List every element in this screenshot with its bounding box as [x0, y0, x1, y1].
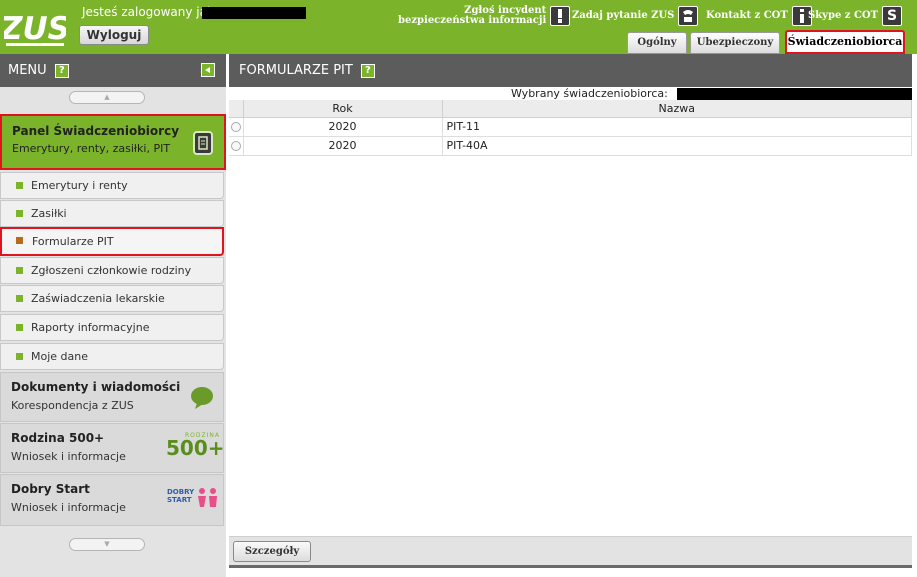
- row-year: 2020: [243, 136, 443, 156]
- bullet-icon: [16, 267, 23, 274]
- exclamation-icon: [550, 6, 571, 26]
- collapse-menu-icon[interactable]: [201, 63, 215, 77]
- contact-cot-label: Kontakt z COT: [706, 10, 788, 21]
- skype-cot-link[interactable]: Skype z COT S: [808, 3, 903, 29]
- document-stack-icon: [193, 131, 213, 155]
- selected-beneficiary-label: Wybrany świadczeniobiorca:: [511, 87, 668, 100]
- sidebar-item-my-data[interactable]: Moje dane: [0, 343, 224, 370]
- ask-zus-link[interactable]: Zadaj pytanie ZUS: [572, 3, 699, 29]
- column-header-name[interactable]: Nazwa: [442, 100, 912, 118]
- sidebar-item-family-members[interactable]: Zgłoszeni członkowie rodziny: [0, 257, 224, 284]
- phone-icon: [678, 6, 699, 26]
- svg-text:ZUS: ZUS: [4, 11, 66, 47]
- sidebar-item-pit-forms[interactable]: Formularze PIT: [0, 227, 224, 256]
- selected-beneficiary-bar: Wybrany świadczeniobiorca:: [229, 87, 912, 100]
- bullet-icon: [16, 295, 23, 302]
- row-radio-button[interactable]: [230, 141, 241, 151]
- tab-insured[interactable]: Ubezpieczony: [690, 32, 780, 53]
- skype-cot-label: Skype z COT: [808, 10, 879, 21]
- bullet-icon: [16, 237, 23, 244]
- page-title: FORMULARZE PIT: [239, 63, 353, 78]
- column-header-year[interactable]: Rok: [243, 100, 443, 118]
- sidebar-menu: ▲ Panel Świadczeniobiorcy Emerytury, ren…: [0, 87, 226, 577]
- table-row[interactable]: 2020 PIT-40A: [229, 136, 912, 156]
- children-icon: [198, 488, 217, 507]
- skype-icon: S: [882, 6, 903, 26]
- bullet-icon: [16, 210, 23, 217]
- family-500-logo: RODZINA 500+: [166, 432, 225, 460]
- panel-subtitle: Emerytury, renty, zasiłki, PIT: [12, 142, 171, 155]
- content-footer-toolbar: Szczegóły: [229, 536, 912, 568]
- ask-zus-label: Zadaj pytanie ZUS: [572, 10, 675, 21]
- section-title: Dokumenty i wiadomości: [11, 380, 181, 394]
- menu-header: MENU ?: [0, 54, 226, 87]
- tab-general[interactable]: Ogólny: [627, 32, 687, 53]
- menu-title: MENU: [8, 63, 47, 78]
- row-year: 2020: [243, 117, 443, 137]
- contact-cot-link[interactable]: Kontakt z COT: [706, 3, 812, 29]
- speech-bubble-icon: [191, 387, 213, 409]
- sidebar-section-family-500[interactable]: Rodzina 500+ Wniosek i informacje RODZIN…: [0, 423, 225, 473]
- sidebar-panel-beneficiary[interactable]: Panel Świadczeniobiorcy Emerytury, renty…: [0, 114, 226, 170]
- menu-help-icon[interactable]: ?: [54, 63, 69, 78]
- sidebar-item-label: Moje dane: [31, 350, 89, 363]
- sidebar-item-label: Zaświadczenia lekarskie: [31, 292, 165, 305]
- sidebar-item-label: Formularze PIT: [32, 235, 114, 248]
- menu-scroll-down-button[interactable]: ▼: [69, 538, 145, 551]
- sidebar-item-label: Raporty informacyjne: [31, 321, 150, 334]
- family-500-logo-big: 500+: [166, 436, 225, 460]
- good-start-logo: DOBRY START: [167, 488, 195, 504]
- redacted-username: [202, 7, 306, 19]
- details-button[interactable]: Szczegóły: [233, 541, 311, 562]
- panel-title: Panel Świadczeniobiorcy: [12, 124, 180, 138]
- content-header: FORMULARZE PIT ?: [229, 54, 912, 87]
- sidebar-item-label: Zasiłki: [31, 207, 67, 220]
- sidebar-item-label: Zgłoszeni członkowie rodziny: [31, 264, 192, 277]
- row-form-name: PIT-40A: [442, 136, 912, 156]
- logout-button[interactable]: Wyloguj: [79, 25, 149, 45]
- select-column-header: [229, 100, 244, 118]
- row-form-name: PIT-11: [442, 117, 912, 137]
- section-subtitle: Korespondencja z ZUS: [11, 399, 134, 412]
- report-incident-link[interactable]: Zgłoś incydent bezpieczeństwa informacji: [398, 3, 571, 29]
- table-row[interactable]: 2020 PIT-11: [229, 117, 912, 137]
- row-radio-button[interactable]: [230, 122, 241, 132]
- page-help-icon[interactable]: ?: [360, 63, 375, 78]
- bullet-icon: [16, 182, 23, 189]
- table-header-row: Rok Nazwa: [229, 100, 912, 118]
- row-select-cell[interactable]: [229, 117, 244, 137]
- sidebar-item-pensions[interactable]: Emerytury i renty: [0, 172, 224, 199]
- sidebar-section-documents[interactable]: Dokumenty i wiadomości Korespondencja z …: [0, 372, 224, 422]
- redacted-beneficiary-name: [677, 88, 912, 100]
- report-incident-label-2: bezpieczeństwa informacji: [398, 15, 547, 26]
- zus-logo[interactable]: ZUS: [4, 3, 66, 49]
- sidebar-item-benefits[interactable]: Zasiłki: [0, 200, 224, 227]
- sidebar-item-reports[interactable]: Raporty informacyjne: [0, 314, 224, 341]
- tab-beneficiary[interactable]: Świadczeniobiorca: [785, 30, 905, 54]
- sidebar-section-good-start[interactable]: Dobry Start Wniosek i informacje DOBRY S…: [0, 474, 224, 526]
- top-header: ZUS Jesteś zalogowany jako: Wyloguj Zgło…: [0, 0, 917, 54]
- bullet-icon: [16, 353, 23, 360]
- sidebar-item-medical-certificates[interactable]: Zaświadczenia lekarskie: [0, 285, 224, 312]
- sidebar-item-label: Emerytury i renty: [31, 179, 128, 192]
- bullet-icon: [16, 324, 23, 331]
- menu-scroll-up-button[interactable]: ▲: [69, 91, 145, 104]
- row-select-cell[interactable]: [229, 136, 244, 156]
- pit-forms-table: Rok Nazwa 2020 PIT-11 2020 PIT-40A: [229, 100, 912, 156]
